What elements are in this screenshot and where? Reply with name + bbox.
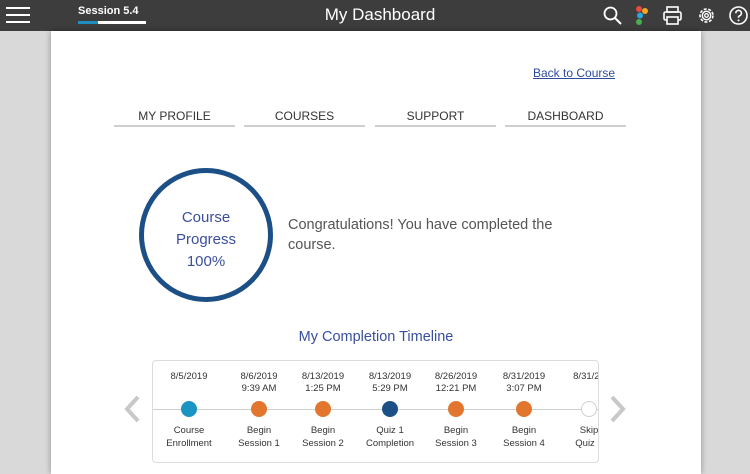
timeline-event-dot[interactable]: [181, 401, 197, 417]
timeline-title: My Completion Timeline: [298, 329, 454, 345]
timeline-event-dot[interactable]: [448, 401, 464, 417]
congratulations-message: Congratulations! You have completed the …: [288, 217, 553, 253]
course-progress-ring: Course Progress 100%: [139, 168, 273, 302]
tab-support[interactable]: SUPPORT: [375, 109, 496, 127]
timeline-event-label: Course Enrollment: [153, 424, 229, 450]
progress-label-line1: Course: [181, 209, 231, 226]
tab-my-profile[interactable]: MY PROFILE: [114, 109, 235, 127]
top-bar: Session 5.4 My Dashboard: [0, 0, 750, 31]
tab-courses[interactable]: COURSES: [244, 109, 365, 127]
timeline-event-dot[interactable]: [516, 401, 532, 417]
timeline-event-dot[interactable]: [382, 401, 398, 417]
timeline-next-arrow-icon[interactable]: [606, 392, 628, 426]
event-label-line1: Course: [173, 425, 205, 436]
gear-icon[interactable]: [696, 5, 717, 26]
progress-label-line2: Progress: [175, 231, 237, 248]
search-icon[interactable]: [602, 5, 623, 26]
help-icon[interactable]: [728, 5, 749, 26]
back-to-course-link[interactable]: Back to Course: [533, 66, 615, 80]
event-label-line2: Quiz 2: [575, 438, 598, 449]
event-date-text: 8/5/2019: [170, 371, 208, 382]
tab-dashboard[interactable]: DASHBOARD: [505, 109, 626, 127]
timeline-event-label: Skip Quiz 2: [549, 424, 599, 450]
timeline-prev-arrow-icon[interactable]: [122, 392, 144, 426]
timeline-event[interactable]: 8/31/20 Skip Quiz 2: [549, 361, 599, 462]
timeline-container: 8/5/2019 Course Enrollment 8/6/2019 9:39 AM B…: [152, 360, 599, 463]
event-date-text: 8/31/20: [573, 371, 598, 382]
timeline-event[interactable]: 8/5/2019 Course Enrollment: [153, 361, 229, 462]
timeline-event-dot[interactable]: [251, 401, 267, 417]
timeline-event-date: 8/5/2019: [153, 371, 229, 383]
progress-percent: 100%: [186, 253, 226, 270]
app-grid-icon[interactable]: [632, 5, 653, 26]
event-label-line1: Skip: [579, 425, 599, 436]
timeline-event-date: 8/31/20: [549, 371, 598, 383]
event-label-line2: Enrollment: [166, 438, 212, 449]
timeline-event-dot[interactable]: [581, 401, 597, 417]
print-icon[interactable]: [662, 5, 683, 26]
timeline-event-dot[interactable]: [315, 401, 331, 417]
